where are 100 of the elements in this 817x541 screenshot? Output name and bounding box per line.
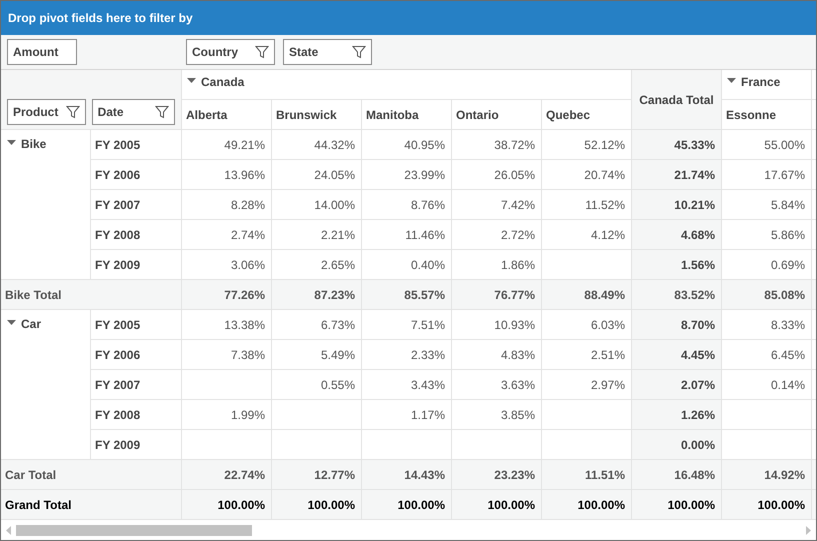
scrollbar-thumb[interactable] xyxy=(16,524,252,536)
field-label: State xyxy=(289,44,318,61)
country-header: France xyxy=(741,74,780,91)
collapse-icon[interactable] xyxy=(7,138,16,147)
value-cell: 3.43% xyxy=(362,370,452,400)
value-cell: 2.07% xyxy=(632,370,722,400)
field-label: Product xyxy=(13,104,58,121)
value-cell: 55.00% xyxy=(722,130,812,160)
date-label: FY 2008 xyxy=(95,226,140,244)
date-label: FY 2005 xyxy=(95,136,140,154)
value-cell: 5.49% xyxy=(272,340,362,370)
value-cell: 77.26% xyxy=(182,280,272,310)
date-label: FY 2008 xyxy=(95,406,140,424)
field-label: Amount xyxy=(13,44,58,61)
value-cell: 45.33% xyxy=(632,130,722,160)
value-cell: 100.00% xyxy=(722,490,812,520)
value-cell: 85.08% xyxy=(722,280,812,310)
filter-bar-title: Drop pivot fields here to filter by xyxy=(8,10,193,27)
value-cell: 6.45% xyxy=(722,340,812,370)
value-cell: 44.32% xyxy=(272,130,362,160)
value-cell: 88.49% xyxy=(542,280,632,310)
value-cell: 2.33% xyxy=(362,340,452,370)
date-label: FY 2009 xyxy=(95,256,140,274)
state-header: Essonne xyxy=(726,106,776,124)
value-cell: 52.12% xyxy=(542,130,632,160)
country-header: Canada xyxy=(201,74,244,91)
value-cell: 5.84% xyxy=(722,190,812,220)
value-cell: 3.63% xyxy=(452,370,542,400)
state-header: Manitoba xyxy=(366,106,419,124)
value-cell: 100.00% xyxy=(182,490,272,520)
collapse-icon[interactable] xyxy=(727,76,736,85)
date-label: FY 2006 xyxy=(95,346,140,364)
value-cell: 6.73% xyxy=(272,310,362,340)
value-cell: 1.17% xyxy=(362,400,452,430)
value-cell: 3.06% xyxy=(182,250,272,280)
filter-icon[interactable] xyxy=(255,45,269,59)
value-cell: 100.00% xyxy=(632,490,722,520)
value-cell: 0.40% xyxy=(362,250,452,280)
filter-icon[interactable] xyxy=(155,105,169,119)
value-cell: 2.21% xyxy=(272,220,362,250)
date-label: FY 2005 xyxy=(95,316,140,334)
value-cell: 0.14% xyxy=(722,370,812,400)
field-label: Date xyxy=(98,104,124,121)
value-cell: 83.52% xyxy=(632,280,722,310)
value-cell: 2.51% xyxy=(542,340,632,370)
value-cell: 24.05% xyxy=(272,160,362,190)
value-cell: 14.00% xyxy=(272,190,362,220)
value-cell: 20.74% xyxy=(542,160,632,190)
value-cell: 23.99% xyxy=(362,160,452,190)
pivot-field-button[interactable]: Amount xyxy=(7,39,77,65)
state-header: Alberta xyxy=(186,106,228,124)
value-cell: 87.23% xyxy=(272,280,362,310)
product-label: Bike xyxy=(21,136,46,153)
value-cell: 38.72% xyxy=(452,130,542,160)
value-cell: 1.56% xyxy=(632,250,722,280)
value-cell: 8.70% xyxy=(632,310,722,340)
value-cell: 7.51% xyxy=(362,310,452,340)
pivot-field-button[interactable]: State xyxy=(283,39,372,65)
collapse-icon[interactable] xyxy=(7,318,16,327)
date-label: FY 2009 xyxy=(95,436,140,454)
value-cell: 10.93% xyxy=(452,310,542,340)
value-cell: 85.57% xyxy=(362,280,452,310)
subtotal-label: Bike Total xyxy=(5,286,62,304)
value-cell: 12.77% xyxy=(272,460,362,490)
value-cell: 22.74% xyxy=(182,460,272,490)
filter-icon[interactable] xyxy=(352,45,366,59)
value-cell: 4.12% xyxy=(542,220,632,250)
value-cell: 10.21% xyxy=(632,190,722,220)
value-cell: 76.77% xyxy=(452,280,542,310)
pivot-field-button[interactable]: Product xyxy=(7,99,86,125)
value-cell: 8.76% xyxy=(362,190,452,220)
value-cell: 2.72% xyxy=(452,220,542,250)
value-cell: 0.69% xyxy=(722,250,812,280)
column-total-header: Canada Total xyxy=(639,92,714,108)
date-label: FY 2007 xyxy=(95,376,140,394)
value-cell: 100.00% xyxy=(452,490,542,520)
subtotal-label: Car Total xyxy=(5,466,56,484)
value-cell: 13.96% xyxy=(182,160,272,190)
value-cell: 4.68% xyxy=(632,220,722,250)
pivot-field-button[interactable]: Date xyxy=(92,99,175,125)
filter-icon[interactable] xyxy=(66,105,80,119)
value-cell: 16.48% xyxy=(632,460,722,490)
field-label: Country xyxy=(192,44,238,61)
value-cell: 2.65% xyxy=(272,250,362,280)
value-cell: 26.05% xyxy=(452,160,542,190)
pivot-field-button[interactable]: Country xyxy=(186,39,275,65)
value-cell: 2.97% xyxy=(542,370,632,400)
value-cell: 100.00% xyxy=(272,490,362,520)
date-label: FY 2007 xyxy=(95,196,140,214)
value-cell: 8.33% xyxy=(722,310,812,340)
value-cell: 17.67% xyxy=(722,160,812,190)
value-cell: 5.86% xyxy=(722,220,812,250)
value-cell: 14.92% xyxy=(722,460,812,490)
product-label: Car xyxy=(21,316,42,333)
grand-total-label: Grand Total xyxy=(5,496,72,514)
collapse-icon[interactable] xyxy=(187,76,196,85)
value-cell: 11.46% xyxy=(362,220,452,250)
value-cell: 7.38% xyxy=(182,340,272,370)
value-cell: 1.26% xyxy=(632,400,722,430)
state-header: Ontario xyxy=(456,106,499,124)
